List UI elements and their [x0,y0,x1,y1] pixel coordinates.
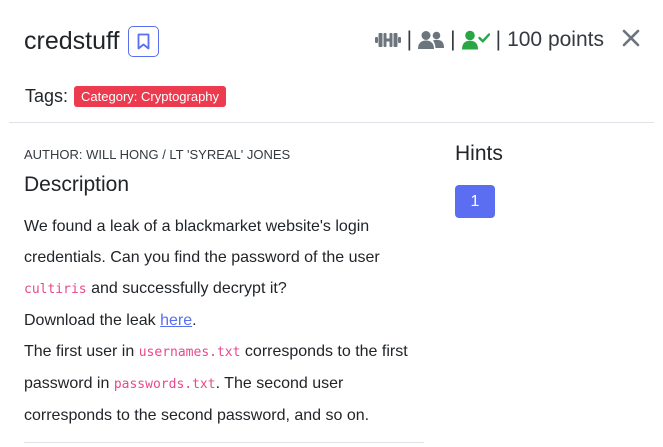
user-code: cultiris [24,282,87,297]
description-paragraph: We found a leak of a blackmarket website… [24,211,419,305]
download-paragraph: Download the leak here. [24,305,419,336]
category-tag[interactable]: Category: Cryptography [74,86,227,107]
description-text: and successfully decrypt it? [91,280,287,297]
close-icon [622,29,640,47]
description-divider [24,442,424,443]
dumbbell-icon [374,33,401,47]
challenge-stats: | | | 100 points [374,28,604,52]
header-divider [9,122,654,123]
tags-label: Tags: [25,86,69,106]
download-suffix: . [192,312,197,329]
hint-button-1[interactable]: 1 [455,185,495,218]
title-row: credstuff [24,26,160,57]
users-icon [418,31,445,49]
usernames-file-code: usernames.txt [138,345,241,360]
description-heading: Description [24,173,130,196]
mapping-paragraph: The first user in usernames.txt correspo… [24,336,419,431]
bookmark-icon [138,33,150,50]
challenge-title: credstuff [24,27,120,55]
author-line: AUTHOR: WILL HONG / LT 'SYREAL' JONES [24,147,291,162]
points-label: 100 points [507,28,604,51]
download-text: Download the leak [24,312,156,329]
description-text: We found a leak of a blackmarket website… [24,218,380,266]
download-link[interactable]: here [160,312,192,329]
tags-row: Tags: Category: Cryptography [25,86,227,107]
description-body: We found a leak of a blackmarket website… [24,211,419,431]
separator: | [495,28,502,51]
hints-heading: Hints [455,142,503,165]
close-button[interactable] [621,28,641,48]
mapping-text: The first user in [24,343,135,360]
separator: | [406,28,413,51]
user-check-icon [461,30,490,50]
bookmark-button[interactable] [128,26,160,57]
passwords-file-code: passwords.txt [113,377,216,392]
separator: | [450,28,456,51]
